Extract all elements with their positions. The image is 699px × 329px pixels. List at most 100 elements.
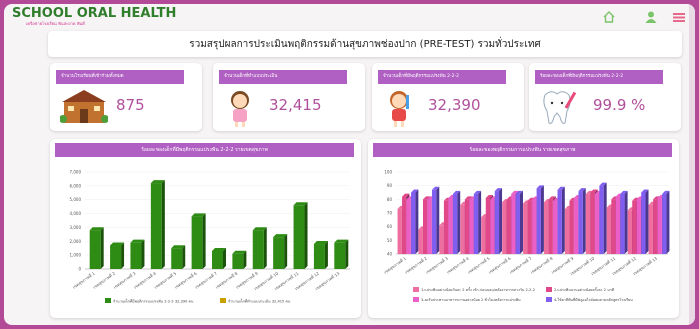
y-tick-label: 40 bbox=[387, 252, 393, 257]
card-label: ร้อยละของเด็กที่มีพฤติกรรมแปรงฟัน 2-2-2 bbox=[535, 70, 663, 84]
bar bbox=[511, 193, 516, 254]
bar-side bbox=[645, 189, 649, 254]
bar-side bbox=[561, 186, 565, 254]
bar bbox=[636, 199, 642, 254]
bar bbox=[431, 189, 437, 254]
menu-icon[interactable] bbox=[672, 10, 686, 24]
bar-side bbox=[223, 247, 226, 269]
legend-label: 4.ใช้ยาสีฟันที่มีฟลูออไรด์ผสมตามหลักสูตร… bbox=[554, 297, 633, 302]
card-label: จำนวนโรงเรียนที่เข้าร่วมทั้งหมด bbox=[56, 70, 184, 84]
y-tick-label: 3,000 bbox=[70, 225, 82, 230]
bar-side bbox=[284, 234, 288, 269]
bar-side bbox=[161, 180, 165, 269]
legend-label: 2.แปรงฟันนานอย่างน้อยครั้งละ 2 นาที bbox=[554, 287, 615, 292]
bar bbox=[506, 199, 511, 254]
y-tick-label: 5,000 bbox=[70, 197, 82, 202]
bar bbox=[485, 197, 491, 254]
y-tick-label: 80 bbox=[387, 197, 393, 202]
legend-swatch bbox=[413, 287, 419, 292]
bar bbox=[494, 191, 500, 254]
bar bbox=[611, 199, 616, 254]
bar-side bbox=[624, 190, 628, 254]
bar-side bbox=[243, 250, 247, 269]
bar bbox=[402, 196, 407, 254]
legend-swatch bbox=[546, 287, 552, 292]
bar bbox=[422, 199, 428, 254]
bar-side bbox=[263, 227, 267, 269]
app-logo[interactable]: SCHOOL ORAL HEALTH เครือข่ายโรงเรียน ฟัน… bbox=[12, 7, 176, 26]
bar bbox=[473, 193, 479, 254]
bar bbox=[439, 225, 444, 254]
bar bbox=[515, 193, 520, 254]
y-tick-label: 100 bbox=[384, 170, 392, 175]
bar bbox=[171, 248, 183, 269]
left-chart: 01,0002,0003,0004,0005,0006,0007,000เขตส… bbox=[70, 170, 350, 304]
bar bbox=[553, 200, 558, 254]
bar-side bbox=[202, 213, 206, 269]
bar bbox=[599, 185, 604, 254]
bar-side bbox=[582, 188, 586, 254]
bar bbox=[564, 208, 570, 254]
bar bbox=[130, 242, 142, 269]
y-tick-label: 0 bbox=[78, 267, 81, 272]
bar bbox=[293, 205, 305, 269]
legend-label: 1.แปรงฟันอย่างน้อยวันละ 2 ครั้ง เช้า-ก่อ… bbox=[421, 287, 535, 292]
legend-label: 3.งดรับประทานอาหารหวานอย่างน้อย 2 ชั่วโม… bbox=[421, 297, 521, 302]
y-tick-label: 60 bbox=[387, 224, 393, 229]
bar bbox=[569, 200, 574, 254]
bar bbox=[627, 210, 633, 254]
bar bbox=[464, 199, 470, 254]
y-tick-label: 4,000 bbox=[70, 211, 82, 216]
bar bbox=[594, 193, 600, 254]
bar bbox=[418, 229, 423, 254]
kid-icon bbox=[390, 91, 409, 127]
bar bbox=[590, 192, 595, 254]
bar bbox=[110, 245, 122, 269]
bar bbox=[89, 230, 101, 269]
bar-side bbox=[324, 241, 328, 269]
bar bbox=[523, 203, 528, 254]
bar bbox=[536, 188, 541, 254]
bar bbox=[490, 199, 495, 254]
legend-label: จำนวนเด็กที่มีพฤติกรรมแปรงฟัน 2-2-2 32,3… bbox=[113, 298, 194, 304]
school-icon bbox=[60, 90, 108, 123]
left-chart-panel: ร้อยละของเด็กที่มีพฤติกรรมแปรงฟัน 2-2-2 … bbox=[50, 139, 361, 318]
bar bbox=[632, 200, 637, 254]
tooth-icon bbox=[543, 91, 577, 124]
card-assessed-kids: จำนวนเด็กที่ทำแบบประเมิน 32,415 bbox=[213, 63, 365, 131]
bar bbox=[334, 242, 346, 269]
bar bbox=[648, 204, 653, 254]
bar bbox=[578, 191, 583, 254]
bar-side bbox=[345, 239, 349, 269]
bar-side bbox=[304, 202, 308, 269]
y-tick-label: 2,000 bbox=[70, 239, 82, 244]
bar-side bbox=[666, 190, 670, 254]
bar-side bbox=[540, 185, 544, 254]
home-icon[interactable] bbox=[602, 10, 616, 24]
bar-side bbox=[478, 190, 482, 254]
bar-side bbox=[121, 242, 125, 269]
card-label: จำนวนเด็กที่ทำแบบประเมิน bbox=[219, 70, 347, 84]
legend-swatch bbox=[220, 298, 226, 303]
y-tick-label: 70 bbox=[387, 211, 393, 216]
bar bbox=[657, 197, 662, 254]
y-tick-label: 6,000 bbox=[70, 183, 82, 188]
bar bbox=[662, 193, 667, 254]
bar bbox=[252, 230, 264, 269]
bar-side bbox=[141, 239, 145, 269]
bar-side bbox=[415, 189, 419, 254]
user-icon[interactable] bbox=[644, 10, 658, 24]
right-chart: 405060708090100เขตสุขภาพที่ 1เขตสุขภาพที… bbox=[383, 170, 670, 302]
bar-side bbox=[499, 188, 503, 254]
right-chart-panel: ร้อยละของพฤติกรรมการแปรงฟัน รายเขตสุขภาพ… bbox=[368, 139, 679, 318]
card-brushing-percent: ร้อยละของเด็กที่มีพฤติกรรมแปรงฟัน 2-2-2 … bbox=[529, 63, 681, 131]
bar-side bbox=[519, 190, 523, 254]
bar bbox=[548, 199, 553, 254]
scrollbar[interactable] bbox=[689, 4, 695, 325]
bar bbox=[502, 202, 507, 254]
bar bbox=[443, 200, 449, 254]
bar-side bbox=[457, 190, 461, 254]
bar bbox=[448, 197, 453, 254]
bar bbox=[212, 250, 223, 269]
bar bbox=[620, 193, 625, 254]
